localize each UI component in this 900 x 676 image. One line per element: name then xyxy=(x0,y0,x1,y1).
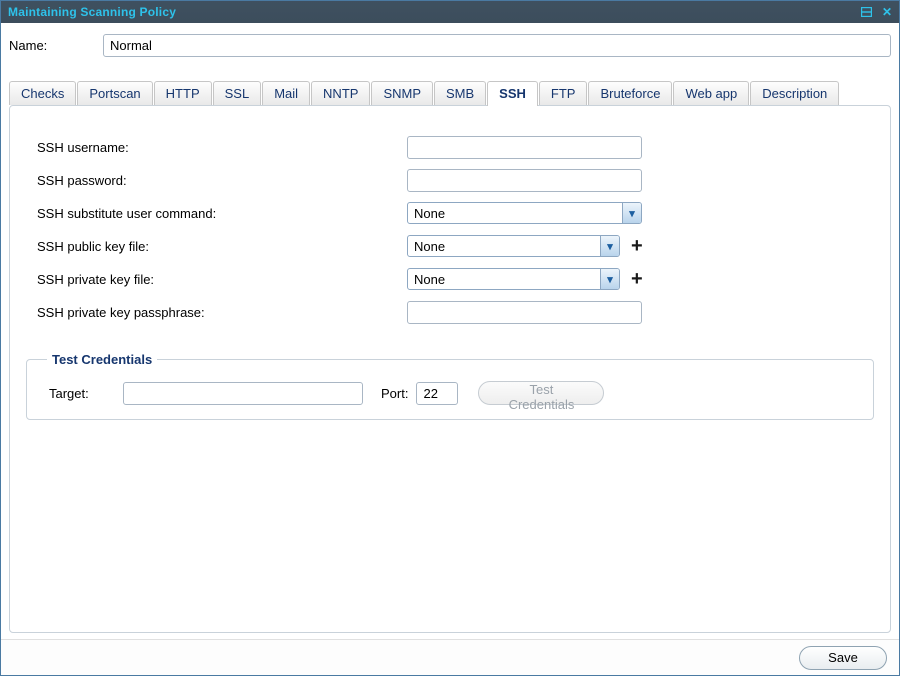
test-credentials-fieldset: Test Credentials Target: Port: Test Cred… xyxy=(26,352,874,420)
ssh-private-key-file-select[interactable]: None ▾ xyxy=(407,268,620,290)
restore-window-icon[interactable] xyxy=(861,7,872,17)
tab-nntp[interactable]: NNTP xyxy=(311,81,370,105)
name-row: Name: xyxy=(9,33,891,57)
ssh-substitute-user-command-select[interactable]: None ▾ xyxy=(407,202,642,224)
ssh-private-key-file-label: SSH private key file: xyxy=(37,272,407,287)
form-row: SSH private key file: None ▾ + xyxy=(37,268,890,290)
ssh-public-key-file-select[interactable]: None ▾ xyxy=(407,235,620,257)
target-input[interactable] xyxy=(123,382,363,405)
ssh-private-key-passphrase-label: SSH private key passphrase: xyxy=(37,305,407,320)
port-label: Port: xyxy=(381,386,408,401)
name-input[interactable] xyxy=(103,34,891,57)
ssh-password-label: SSH password: xyxy=(37,173,407,188)
select-value: None xyxy=(408,203,622,223)
port-input[interactable] xyxy=(416,382,458,405)
tab-mail[interactable]: Mail xyxy=(262,81,310,105)
add-private-key-icon[interactable]: + xyxy=(631,270,643,288)
form-row: SSH password: xyxy=(37,169,890,191)
footer: Save xyxy=(1,639,899,675)
test-credentials-row: Target: Port: Test Credentials xyxy=(49,381,861,405)
ssh-username-label: SSH username: xyxy=(37,140,407,155)
tab-smb[interactable]: SMB xyxy=(434,81,486,105)
test-credentials-button[interactable]: Test Credentials xyxy=(478,381,604,405)
tab-bruteforce[interactable]: Bruteforce xyxy=(588,81,672,105)
tab-http[interactable]: HTTP xyxy=(154,81,212,105)
chevron-down-icon[interactable]: ▾ xyxy=(600,269,619,289)
titlebar-icons: ✕ xyxy=(861,6,892,18)
titlebar: Maintaining Scanning Policy ✕ xyxy=(1,1,899,23)
maintaining-scanning-policy-dialog: Maintaining Scanning Policy ✕ Name: Chec… xyxy=(0,0,900,676)
name-label: Name: xyxy=(9,38,103,53)
close-icon[interactable]: ✕ xyxy=(882,6,892,18)
ssh-public-key-file-label: SSH public key file: xyxy=(37,239,407,254)
save-button[interactable]: Save xyxy=(799,646,887,670)
ssh-username-input[interactable] xyxy=(407,136,642,159)
tab-checks[interactable]: Checks xyxy=(9,81,76,105)
add-public-key-icon[interactable]: + xyxy=(631,237,643,255)
ssh-password-input[interactable] xyxy=(407,169,642,192)
ssh-substitute-user-command-label: SSH substitute user command: xyxy=(37,206,407,221)
select-value: None xyxy=(408,236,600,256)
tab-web-app[interactable]: Web app xyxy=(673,81,749,105)
form-row: SSH private key passphrase: xyxy=(37,301,890,323)
tab-snmp[interactable]: SNMP xyxy=(371,81,433,105)
target-label: Target: xyxy=(49,386,123,401)
ssh-private-key-passphrase-input[interactable] xyxy=(407,301,642,324)
select-value: None xyxy=(408,269,600,289)
dialog-title: Maintaining Scanning Policy xyxy=(8,5,861,19)
form-row: SSH public key file: None ▾ + xyxy=(37,235,890,257)
tab-bar: Checks Portscan HTTP SSL Mail NNTP SNMP … xyxy=(9,81,891,105)
form-row: SSH substitute user command: None ▾ xyxy=(37,202,890,224)
dialog-content: Name: Checks Portscan HTTP SSL Mail NNTP… xyxy=(1,23,899,675)
form-row: SSH username: xyxy=(37,136,890,158)
chevron-down-icon[interactable]: ▾ xyxy=(600,236,619,256)
tab-ssl[interactable]: SSL xyxy=(213,81,262,105)
ssh-tab-panel: SSH username: SSH password: SSH substitu… xyxy=(9,105,891,633)
tab-portscan[interactable]: Portscan xyxy=(77,81,152,105)
chevron-down-icon[interactable]: ▾ xyxy=(622,203,641,223)
tab-description[interactable]: Description xyxy=(750,81,839,105)
tab-ssh[interactable]: SSH xyxy=(487,81,538,106)
tab-ftp[interactable]: FTP xyxy=(539,81,588,105)
test-credentials-legend: Test Credentials xyxy=(47,352,157,367)
